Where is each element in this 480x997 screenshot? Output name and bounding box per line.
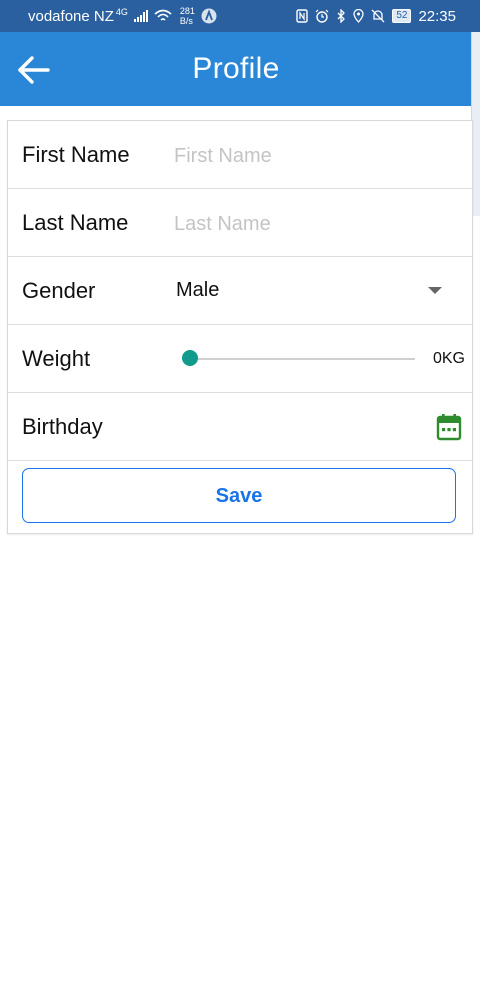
net-speed-unit: B/s (179, 16, 193, 26)
weight-slider-track[interactable] (190, 358, 415, 360)
first-name-input[interactable] (172, 133, 462, 179)
last-name-label: Last Name (22, 210, 129, 235)
calendar-icon (436, 413, 462, 441)
page-title: Profile (192, 52, 280, 85)
last-name-row: Last Name (8, 189, 472, 257)
network-type: 4G (115, 6, 128, 17)
last-name-input[interactable] (172, 201, 462, 247)
navigation-app-icon (201, 8, 217, 24)
gender-row: Gender Male (8, 257, 472, 325)
date-picker-button[interactable] (434, 412, 464, 442)
net-speed: 281 B/s (180, 6, 195, 26)
clock: 22:35 (418, 7, 456, 25)
net-speed-value: 281 (179, 6, 195, 16)
save-button[interactable]: Save (22, 468, 456, 523)
status-bar-left: vodafone NZ 4G 281 B/s (28, 0, 217, 32)
weight-label: Weight (22, 346, 91, 371)
location-icon (353, 9, 364, 23)
gender-select[interactable]: Male (168, 257, 472, 324)
status-bar-right: 52 22:35 (296, 0, 456, 32)
mute-icon (371, 9, 385, 23)
gender-selected-value: Male (176, 279, 220, 301)
battery-level: 52 (396, 10, 408, 21)
alarm-icon (315, 9, 329, 23)
app-bar: Profile (0, 32, 472, 106)
chevron-down-icon (428, 287, 442, 294)
bluetooth-icon (336, 9, 346, 23)
birthday-row[interactable]: Birthday (8, 393, 472, 461)
weight-value: 0KG (432, 350, 465, 367)
weight-slider-thumb[interactable] (182, 350, 198, 366)
first-name-row: First Name (8, 121, 472, 189)
status-bar: vodafone NZ 4G 281 B/s 52 22:35 (0, 0, 480, 32)
battery-indicator: 52 (392, 9, 412, 23)
first-name-label: First Name (22, 142, 130, 167)
nfc-icon (296, 9, 309, 23)
profile-form-card: First Name Last Name Gender Male Weight … (7, 120, 473, 534)
birthday-label: Birthday (22, 414, 103, 439)
carrier-name: vodafone NZ (28, 7, 114, 25)
wifi-icon (154, 9, 172, 23)
gender-label: Gender (22, 278, 96, 303)
signal-icon (133, 10, 148, 22)
